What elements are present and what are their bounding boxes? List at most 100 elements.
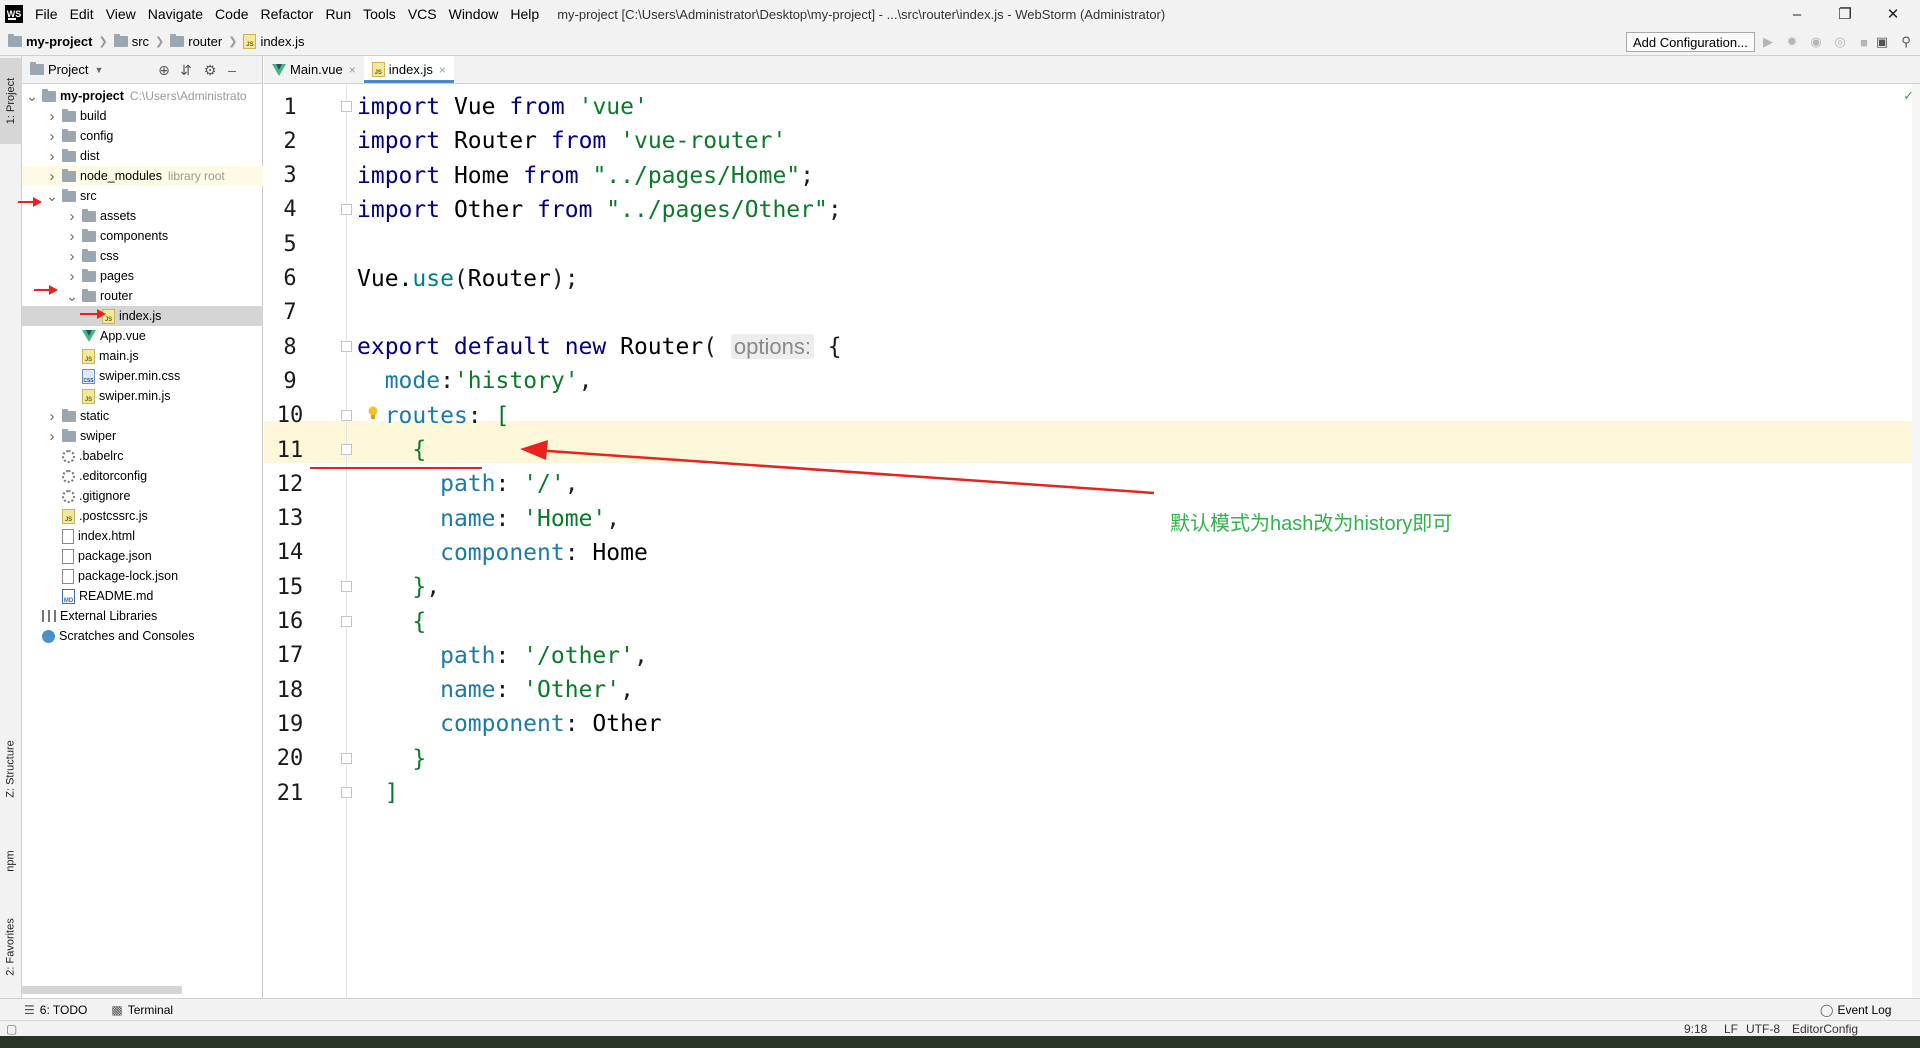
stop-icon[interactable]: ■ — [1856, 34, 1872, 50]
menu-navigate[interactable]: Navigate — [142, 0, 209, 28]
menu-tools[interactable]: Tools — [357, 0, 402, 28]
menu-help[interactable]: Help — [504, 0, 545, 28]
chevron-right-icon[interactable]: › — [46, 168, 58, 185]
tree-item-dist[interactable]: › dist — [22, 146, 263, 166]
tree-item-components[interactable]: › components — [22, 226, 263, 246]
line-number[interactable]: 17 — [264, 643, 316, 668]
tree-item-my-project[interactable]: ⌄ my-project C:\Users\Administrato — [22, 86, 263, 106]
line-number[interactable]: 18 — [264, 678, 316, 703]
chevron-right-icon[interactable]: › — [46, 428, 58, 445]
fold-marker-icon[interactable] — [341, 409, 352, 421]
line-number[interactable]: 14 — [264, 540, 316, 565]
line-number[interactable]: 19 — [264, 712, 316, 737]
fold-marker-icon[interactable] — [341, 341, 352, 353]
event-log-tab[interactable]: ◯ Event Log — [1820, 1003, 1891, 1017]
chevron-right-icon[interactable]: › — [66, 208, 78, 225]
favorites-tool-tab[interactable]: 2: Favorites — [0, 904, 22, 990]
close-icon[interactable]: × — [439, 63, 446, 77]
vertical-scrollbar[interactable] — [1912, 84, 1920, 998]
tree-item-readme-md[interactable]: MD README.md — [22, 586, 263, 606]
structure-tool-tab[interactable]: Z: Structure — [0, 726, 22, 812]
tree-item-config[interactable]: › config — [22, 126, 263, 146]
chevron-right-icon[interactable]: › — [46, 148, 58, 165]
tree-item-package-lock-json[interactable]: package-lock.json — [22, 566, 263, 586]
tree-item-index-html[interactable]: index.html — [22, 526, 263, 546]
line-number[interactable]: 8 — [264, 335, 316, 360]
menu-refactor[interactable]: Refactor — [255, 0, 320, 28]
fold-marker-icon[interactable] — [341, 752, 352, 764]
horizontal-scrollbar[interactable] — [22, 986, 182, 994]
line-number[interactable]: 2 — [264, 129, 316, 154]
tree-item-pages[interactable]: › pages — [22, 266, 263, 286]
gear-icon[interactable]: ⚙ — [202, 62, 218, 78]
line-number[interactable]: 21 — [264, 781, 316, 806]
restore-icon[interactable]: ❐ — [1822, 0, 1868, 28]
code-editor[interactable]: 1 import Vue from 'vue' 2 import Router fro… — [264, 84, 1920, 998]
tree-item-scratches-and-consoles[interactable]: Scratches and Consoles — [22, 626, 263, 646]
line-number[interactable]: 12 — [264, 472, 316, 497]
tree-item-node-modules[interactable]: › node_modules library root — [22, 166, 263, 186]
project-tool-tab[interactable]: 1: Project — [0, 58, 22, 144]
hide-panel-icon[interactable]: – — [224, 62, 240, 78]
tree-item-swiper[interactable]: › swiper — [22, 426, 263, 446]
tree-item-postcssrc-js[interactable]: JS .postcssrc.js — [22, 506, 263, 526]
tree-item-main-js[interactable]: JS main.js — [22, 346, 263, 366]
fold-marker-icon[interactable] — [341, 581, 352, 593]
breadcrumb-file[interactable]: JS index.js — [243, 34, 305, 49]
file-encoding[interactable]: UTF-8 — [1746, 1022, 1780, 1036]
fold-marker-icon[interactable] — [341, 101, 352, 112]
fold-marker-icon[interactable] — [341, 615, 352, 627]
project-view-selector[interactable]: Project ▼ — [30, 62, 103, 77]
line-number[interactable]: 20 — [264, 746, 316, 771]
fold-marker-icon[interactable] — [341, 787, 352, 798]
chevron-right-icon[interactable]: › — [46, 108, 58, 125]
tree-item-swiper-min-css[interactable]: CSS swiper.min.css — [22, 366, 263, 386]
tree-item-app-vue[interactable]: App.vue — [22, 326, 263, 346]
chevron-right-icon[interactable]: › — [46, 408, 58, 425]
chevron-right-icon[interactable]: › — [66, 248, 78, 265]
tab-main-vue[interactable]: Main.vue × — [264, 56, 364, 83]
line-number[interactable]: 10 — [264, 403, 316, 428]
line-number[interactable]: 1 — [264, 95, 316, 120]
line-number[interactable]: 3 — [264, 163, 316, 188]
status-toggle-icon[interactable]: ▢ — [6, 1022, 17, 1036]
collapse-all-icon[interactable]: ⇵ — [178, 62, 194, 78]
chevron-right-icon[interactable]: › — [66, 268, 78, 285]
chevron-down-icon[interactable]: ⌄ — [26, 88, 38, 105]
search-icon[interactable]: ⚲ — [1898, 34, 1914, 50]
menu-view[interactable]: View — [100, 0, 142, 28]
code-line[interactable]: 21 ] — [264, 772, 1920, 814]
line-number[interactable]: 13 — [264, 506, 316, 531]
tree-item-assets[interactable]: › assets — [22, 206, 263, 226]
breadcrumb-src[interactable]: src — [113, 34, 149, 49]
close-icon[interactable]: × — [349, 63, 356, 77]
editorconfig-indicator[interactable]: EditorConfig — [1792, 1022, 1858, 1036]
tree-item-babelrc[interactable]: .babelrc — [22, 446, 263, 466]
line-number[interactable]: 4 — [264, 197, 316, 222]
tree-item-css[interactable]: › css — [22, 246, 263, 266]
chevron-down-icon[interactable]: ⌄ — [46, 188, 58, 205]
tree-item-package-json[interactable]: package.json — [22, 546, 263, 566]
tree-item-gitignore[interactable]: .gitignore — [22, 486, 263, 506]
caret-position[interactable]: 9:18 — [1684, 1022, 1707, 1036]
menu-file[interactable]: File — [29, 0, 64, 28]
npm-tool-tab[interactable]: npm — [0, 836, 22, 886]
line-number[interactable]: 5 — [264, 232, 316, 257]
add-configuration-button[interactable]: Add Configuration... — [1626, 32, 1755, 52]
profile-icon[interactable]: ◎ — [1832, 34, 1848, 50]
lightbulb-icon[interactable] — [367, 406, 379, 420]
chevron-down-icon[interactable]: ⌄ — [66, 288, 78, 305]
tree-item-src[interactable]: ⌄ src — [22, 186, 263, 206]
debug-icon[interactable]: ✹ — [1784, 34, 1800, 50]
line-number[interactable]: 16 — [264, 609, 316, 634]
menu-vcs[interactable]: VCS — [402, 0, 443, 28]
layout-icon[interactable]: ▣ — [1874, 34, 1890, 50]
chevron-right-icon[interactable]: › — [66, 228, 78, 245]
fold-marker-icon[interactable] — [341, 444, 352, 455]
line-number[interactable]: 15 — [264, 575, 316, 600]
minimize-icon[interactable]: – — [1774, 0, 1820, 28]
locate-icon[interactable]: ⊕ — [156, 62, 172, 78]
tree-item-swiper-min-js[interactable]: JS swiper.min.js — [22, 386, 263, 406]
tree-item-external-libraries[interactable]: External Libraries — [22, 606, 263, 626]
menu-run[interactable]: Run — [319, 0, 357, 28]
